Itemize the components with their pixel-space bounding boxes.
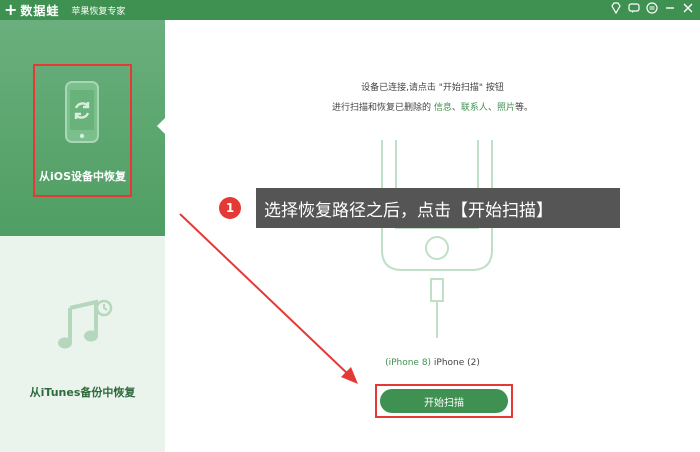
tutorial-tooltip: 选择恢复路径之后，点击【开始扫描】 — [256, 188, 620, 228]
step-number-badge: 1 — [219, 197, 241, 219]
